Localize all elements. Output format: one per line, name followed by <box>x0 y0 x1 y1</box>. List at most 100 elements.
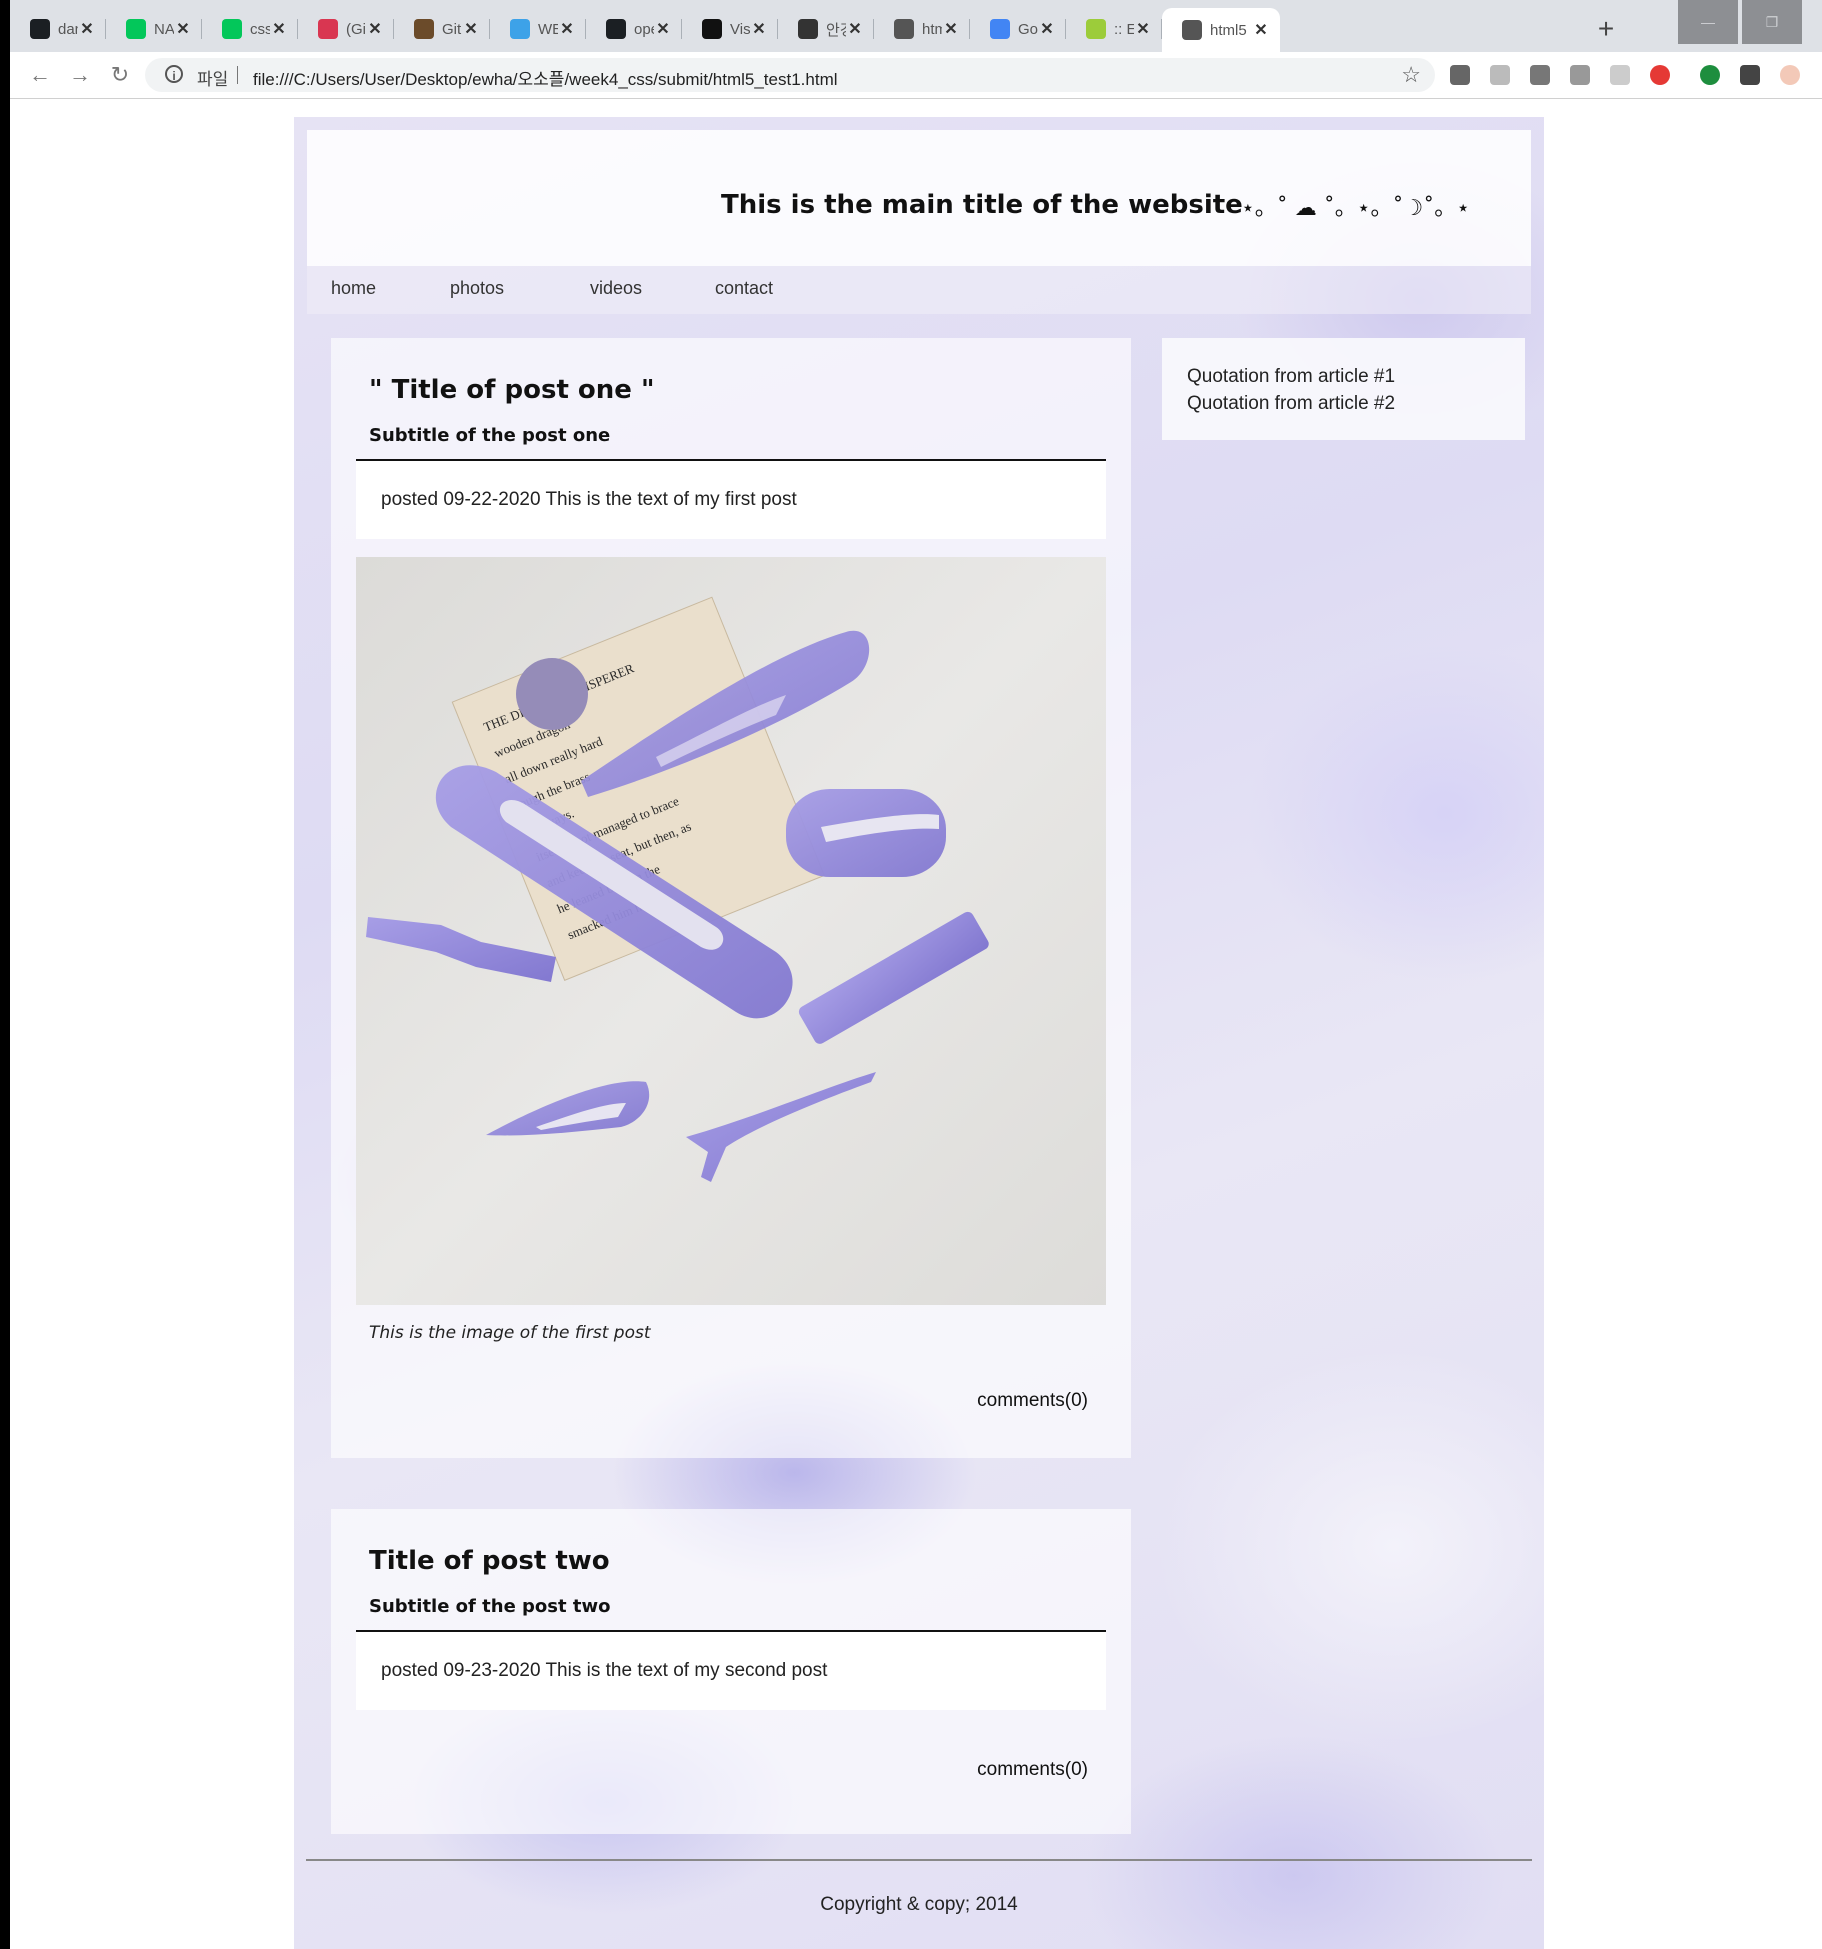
browser-tab-title: html5 <box>922 20 942 38</box>
close-tab-icon[interactable]: ✕ <box>1038 19 1056 39</box>
close-tab-icon[interactable]: ✕ <box>1134 19 1152 39</box>
browser-tab-title: open <box>634 20 654 38</box>
tab-strip: danb✕NAVE✕css 0✕(Git) C✕Git Ba✕WEBD✕open… <box>10 0 1822 52</box>
browser-tab-title: (Git) C <box>346 20 366 38</box>
site-title-decoration: ⋆。˚ ☁︎ ˚。⋆。˚☽˚。⋆ <box>1241 196 1471 221</box>
address-scheme-label: 파일 <box>197 70 229 89</box>
close-tab-icon[interactable]: ✕ <box>942 19 960 39</box>
browser-tab-title: css 0 <box>250 20 270 38</box>
browser-tab-title: 안경프 <box>826 21 846 39</box>
browser-tab-title: danb <box>58 20 78 38</box>
profile-avatar[interactable] <box>1780 65 1800 85</box>
post-one-body: posted 09-22-2020 This is the text of my… <box>356 461 1106 539</box>
browser-tab-title: WEBD <box>538 20 558 38</box>
site-title: This is the main title of the website <box>721 190 1243 220</box>
github-icon <box>606 19 626 39</box>
post-one-image-caption: This is the image of the first post <box>369 1323 651 1343</box>
browser-tab[interactable]: open✕ <box>586 10 682 48</box>
close-tab-icon[interactable]: ✕ <box>558 19 576 39</box>
browser-tab-title: html5 <box>1210 21 1247 39</box>
page-body: This is the main title of the website ⋆。… <box>294 117 1544 1949</box>
post-two-comments-link[interactable]: comments(0) <box>977 1759 1088 1781</box>
browser-tab[interactable]: Visua✕ <box>682 10 778 48</box>
extension-ex-icon[interactable] <box>1570 65 1590 85</box>
extension-info-icon[interactable] <box>1450 65 1470 85</box>
close-tab-icon[interactable]: ✕ <box>174 19 192 39</box>
close-tab-icon[interactable]: ✕ <box>366 19 384 39</box>
site-info-icon[interactable]: i <box>165 65 183 83</box>
post-two-subtitle: Subtitle of the post two <box>369 1596 611 1617</box>
restore-button[interactable]: ❐ <box>1742 0 1802 44</box>
nav-link-home[interactable]: home <box>331 278 376 299</box>
nav-link-contact[interactable]: contact <box>715 278 773 299</box>
browser-tab-title: Visua <box>730 20 750 38</box>
web-icon <box>510 19 530 39</box>
close-tab-icon[interactable]: ✕ <box>1252 20 1270 40</box>
bookmark-star-icon[interactable]: ☆ <box>1401 62 1421 88</box>
browser-tab[interactable]: html5 ✕ <box>1162 8 1280 52</box>
quotations-aside: Quotation from article #1 Quotation from… <box>1162 338 1525 440</box>
minimize-button[interactable]: — <box>1678 0 1738 44</box>
extension-adblock-icon[interactable] <box>1650 65 1670 85</box>
github-icon <box>30 19 50 39</box>
back-button[interactable]: ← <box>26 61 54 89</box>
post-one-title: " Title of post one " <box>369 375 655 405</box>
browser-tab-title: :: Ewh <box>1114 20 1134 38</box>
close-tab-icon[interactable]: ✕ <box>750 19 768 39</box>
reload-button[interactable]: ↻ <box>106 61 134 89</box>
address-bar[interactable]: i 파일 file:///C:/Users/User/Desktop/ewha/… <box>145 58 1435 92</box>
globe-icon <box>1182 20 1202 40</box>
close-tab-icon[interactable]: ✕ <box>654 19 672 39</box>
google-icon <box>990 19 1010 39</box>
browser-tab-title: Goog <box>1018 20 1038 38</box>
browser-tab-title: NAVE <box>154 20 174 38</box>
browser-tab[interactable]: Git Ba✕ <box>394 10 490 48</box>
extensions-puzzle-icon[interactable] <box>1740 65 1760 85</box>
close-tab-icon[interactable]: ✕ <box>462 19 480 39</box>
browser-tab[interactable]: 안경프✕ <box>778 10 874 48</box>
browser-tab[interactable]: Goog✕ <box>970 10 1066 48</box>
browser-tab[interactable]: html5✕ <box>874 10 970 48</box>
browser-tab[interactable]: css 0✕ <box>202 10 298 48</box>
quotation-item: Quotation from article #1 <box>1187 366 1396 387</box>
ewha-icon <box>1086 19 1106 39</box>
forward-button[interactable]: → <box>66 61 94 89</box>
main-nav: home photos videos contact <box>307 266 1531 314</box>
browser-tab[interactable]: WEBD✕ <box>490 10 586 48</box>
zeplin-icon <box>318 19 338 39</box>
app-icon <box>798 19 818 39</box>
nav-link-videos[interactable]: videos <box>590 278 642 299</box>
browser-tab[interactable]: NAVE✕ <box>106 10 202 48</box>
naver-icon <box>126 19 146 39</box>
nav-link-photos[interactable]: photos <box>450 278 504 299</box>
close-tab-icon[interactable]: ✕ <box>270 19 288 39</box>
close-tab-icon[interactable]: ✕ <box>78 19 96 39</box>
post-two-text: posted 09-23-2020 This is the text of my… <box>381 1660 828 1681</box>
extension-grammar-icon[interactable] <box>1700 65 1720 85</box>
post-one: " Title of post one " Subtitle of the po… <box>331 338 1131 1458</box>
post-two-title: Title of post two <box>369 1546 610 1576</box>
post-one-text: posted 09-22-2020 This is the text of my… <box>381 489 797 510</box>
window-edge <box>0 0 10 1949</box>
post-one-comments-link[interactable]: comments(0) <box>977 1390 1088 1412</box>
post-one-subtitle: Subtitle of the post one <box>369 425 611 446</box>
extension-window-icon[interactable] <box>1610 65 1630 85</box>
site-header: This is the main title of the website ⋆。… <box>307 130 1531 266</box>
post-one-image: THE DRAGON WHISPERERwooden dragonall dow… <box>356 557 1106 1305</box>
post-two-body: posted 09-23-2020 This is the text of my… <box>356 1632 1106 1710</box>
new-tab-button[interactable]: + <box>1590 14 1622 46</box>
footer-copyright: Copyright & copy; 2014 <box>820 1894 1018 1915</box>
browser-tab-title: Git Ba <box>442 20 462 38</box>
post-two: Title of post two Subtitle of the post t… <box>331 1509 1131 1834</box>
browser-tab[interactable]: danb✕ <box>10 10 106 48</box>
browser-chrome: danb✕NAVE✕css 0✕(Git) C✕Git Ba✕WEBD✕open… <box>0 0 1822 99</box>
close-tab-icon[interactable]: ✕ <box>846 19 864 39</box>
address-url[interactable]: file:///C:/Users/User/Desktop/ewha/오소플/w… <box>253 65 838 90</box>
browser-tab[interactable]: :: Ewh✕ <box>1066 10 1162 48</box>
globe-icon <box>894 19 914 39</box>
browser-toolbar: ← → ↻ i 파일 file:///C:/Users/User/Desktop… <box>10 52 1822 99</box>
extension-reader-icon[interactable] <box>1530 65 1550 85</box>
address-separator <box>237 66 238 84</box>
extension-cast-icon[interactable] <box>1490 65 1510 85</box>
browser-tab[interactable]: (Git) C✕ <box>298 10 394 48</box>
